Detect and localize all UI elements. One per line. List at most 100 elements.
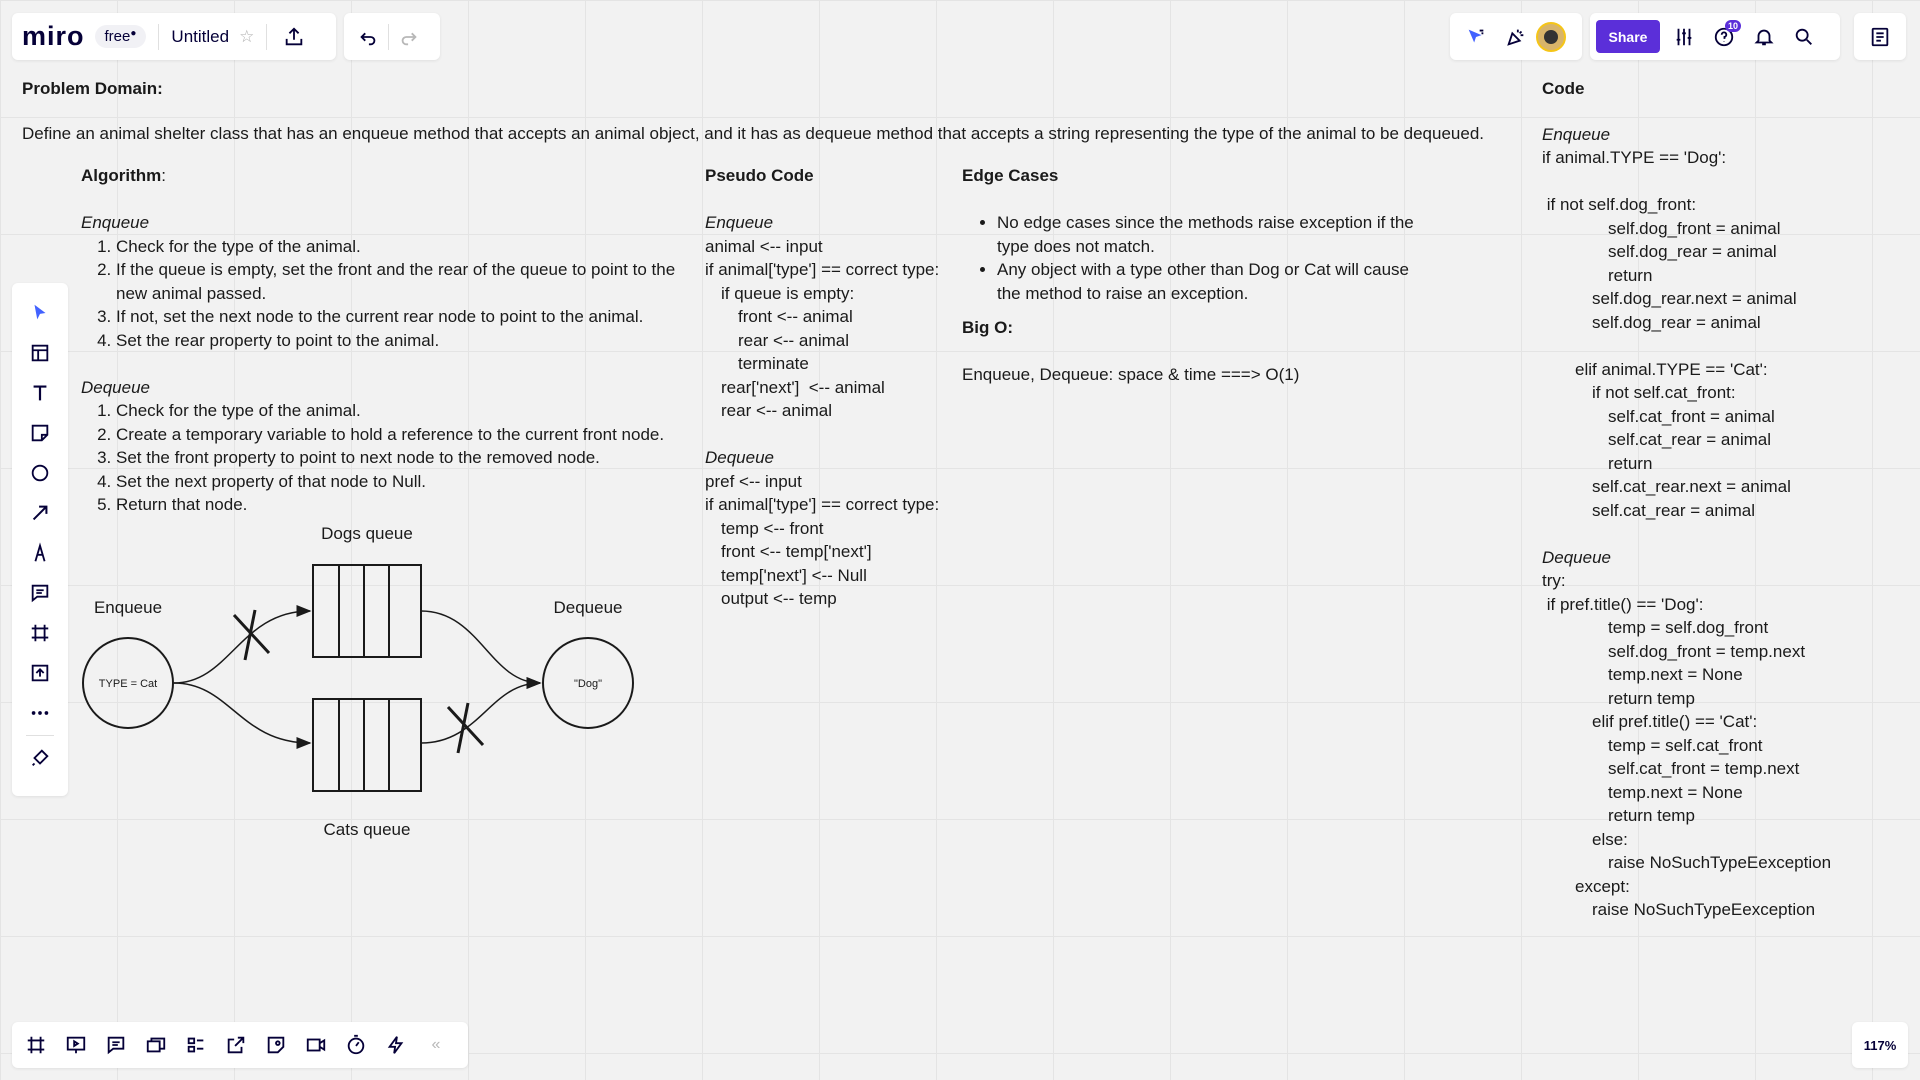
avatar-silhouette-icon [1544,29,1558,44]
algorithm-heading-text: Algorithm [81,166,162,185]
star-icon[interactable]: ☆ [239,27,254,47]
code-line: temp = self.cat_front [1608,735,1763,755]
collapse-icon[interactable]: « [416,1025,456,1065]
code-line: if not self.dog_front: [1542,195,1697,214]
pseudo-code-line: front <-- temp['next'] [721,542,872,561]
code-line: return [1608,265,1653,285]
algorithm-dequeue-steps: Check for the type of the animal.Create … [81,399,701,517]
algorithm-step: Check for the type of the animal. [116,399,701,423]
code-line: self.dog_rear = animal [1592,312,1761,332]
plan-badge-dot: ● [130,28,137,39]
code-enqueue-lines: if animal.TYPE == 'Dog': if not self.dog… [1542,146,1831,522]
code-section[interactable]: Code Enqueue if animal.TYPE == 'Dog': if… [1542,77,1831,922]
pseudo-code-line: animal <-- input [705,236,823,256]
pseudo-code-heading: Pseudo Code [705,166,814,185]
dogs-queue-label: Dogs queue [321,524,413,543]
search-icon[interactable] [1784,17,1824,57]
blocked-path-x-mark [446,702,485,754]
edge-cases-heading: Edge Cases [962,166,1059,185]
share-button[interactable]: Share [1596,20,1660,53]
divider [26,735,54,736]
cursor-pointer-icon[interactable] [1456,17,1496,57]
pseudo-code-section[interactable]: Pseudo Code Enqueue animal <-- input if a… [705,164,939,611]
pseudo-code-line: rear <-- animal [721,401,833,420]
algorithm-enqueue-label: Enqueue [81,213,150,232]
collaboration-panel [1450,13,1582,60]
code-line: if animal.TYPE == 'Dog': [1542,148,1727,167]
lightning-icon[interactable] [376,1025,416,1065]
queue-diagram[interactable]: Dogs queue Cats queue Enqueue Dequeue TY… [70,515,650,845]
cards-icon[interactable] [136,1025,176,1065]
algorithm-enqueue-steps: Check for the type of the animal.If the … [81,235,701,353]
code-line: self.dog_rear.next = animal [1592,289,1797,308]
more-icon[interactable] [20,693,60,733]
sticky-note-icon[interactable] [20,413,60,453]
problem-statement[interactable]: Define an animal shelter class that has … [22,122,1484,146]
timer-icon[interactable] [336,1025,376,1065]
algorithm-dequeue-label: Dequeue [81,377,151,397]
pseudo-dequeue-lines: pref <-- input if animal['type'] == corre… [705,470,939,611]
pen-icon[interactable] [20,533,60,573]
templates-icon[interactable] [20,333,60,373]
settings-sliders-icon[interactable] [1664,17,1704,57]
algorithm-section[interactable]: Algorithm: Enqueue Check for the type of… [81,164,701,517]
code-line: elif pref.title() == 'Cat': [1592,712,1758,731]
algorithm-step: Check for the type of the animal. [116,235,701,259]
edge-cases-section[interactable]: Edge Cases No edge cases since the metho… [962,164,1422,387]
code-line: temp = self.dog_front [1608,618,1769,637]
comments-icon[interactable] [96,1025,136,1065]
code-line: self.cat_rear = animal [1592,500,1755,520]
algorithm-step: If the queue is empty, set the front and… [116,258,701,305]
dequeue-node[interactable]: "Dog" [542,637,634,729]
undo-redo-panel [344,13,440,60]
undo-icon[interactable] [348,17,388,57]
pseudo-code-line: temp['next'] <-- Null [721,565,867,585]
sticky-capture-icon[interactable] [256,1025,296,1065]
export-icon[interactable] [279,17,309,57]
redo-icon[interactable] [389,17,429,57]
cats-queue-label: Cats queue [324,820,411,839]
board-outline-icon[interactable] [176,1025,216,1065]
edge-case-item: Any object with a type other than Dog or… [997,258,1422,305]
avatar[interactable] [1536,21,1566,52]
cats-queue-box[interactable] [312,698,422,792]
video-icon[interactable] [296,1025,336,1065]
presentation-icon[interactable] [56,1025,96,1065]
code-line: return [1608,453,1653,473]
code-line: self.cat_front = animal [1608,406,1775,426]
algorithm-colon: : [161,166,167,185]
big-o-heading: Big O: [962,318,1013,337]
arrow-icon[interactable] [20,493,60,533]
text-icon[interactable] [20,373,60,413]
notes-icon[interactable] [1860,17,1900,57]
code-dequeue-lines: try: if pref.title() == 'Dog': temp = sel… [1542,569,1831,922]
dequeue-label: Dequeue [553,598,622,617]
bell-icon[interactable] [1744,17,1784,57]
apps-icon[interactable] [20,738,60,778]
code-line: return temp [1608,806,1695,825]
help-icon[interactable]: 10 [1704,17,1744,57]
frames-icon[interactable] [16,1025,56,1065]
cats-to-dequeue-arrow [420,677,542,744]
code-line: try: [1542,571,1566,590]
enqueue-node[interactable]: TYPE = Cat [82,637,174,729]
frame-icon[interactable] [20,613,60,653]
celebrate-icon[interactable] [1496,17,1536,57]
upload-icon[interactable] [20,653,60,693]
select-icon[interactable] [20,293,60,333]
main-actions-panel: Share 10 [1590,13,1840,60]
plan-badge[interactable]: free● [94,25,147,48]
problem-domain-heading[interactable]: Problem Domain: [22,77,163,101]
pseudo-enqueue-lines: animal <-- input if animal['type'] == cor… [705,235,939,423]
code-line: if not self.cat_front: [1592,383,1736,402]
code-line: self.cat_rear.next = animal [1592,477,1791,496]
miro-logo[interactable]: miro [22,21,85,52]
zoom-level[interactable]: 117% [1864,1038,1897,1053]
board-title[interactable]: Untitled [171,27,229,47]
dogs-queue-box[interactable] [312,564,422,658]
shape-icon[interactable] [20,453,60,493]
code-line: except: [1575,876,1630,896]
enqueue-to-cats-arrow [173,682,312,749]
share-link-icon[interactable] [216,1025,256,1065]
comment-icon[interactable] [20,573,60,613]
